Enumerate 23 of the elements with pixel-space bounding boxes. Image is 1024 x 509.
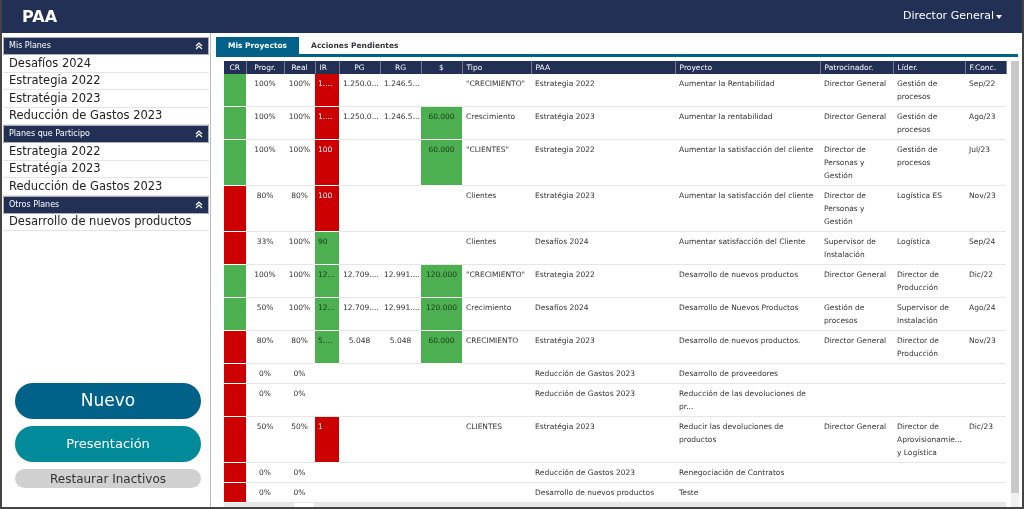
section-title: Planes que Participo [9, 128, 90, 140]
plan-item[interactable]: Estratégia 2023 [3, 90, 209, 108]
plan-item[interactable]: Reducción de Gastos 2023 [3, 178, 209, 196]
caret-icon [996, 14, 1002, 19]
new-button[interactable]: Nuevo [15, 383, 201, 419]
collapse-icon[interactable] [195, 42, 203, 50]
collapse-icon[interactable] [195, 200, 203, 209]
section-header[interactable]: Mis Planes [3, 37, 209, 55]
vertical-scrollbar[interactable] [1010, 61, 1019, 507]
plan-item[interactable]: Estrategia 2022 [3, 72, 209, 90]
collapse-icon[interactable] [195, 130, 203, 138]
section-header[interactable]: Planes que Participo [3, 125, 209, 143]
presentation-button[interactable]: Presentación [15, 426, 201, 462]
plan-item[interactable]: Desafíos 2024 [3, 55, 209, 73]
restore-button[interactable]: Restaurar Inactivos [15, 469, 201, 488]
user-menu[interactable]: Director General [902, 8, 1002, 25]
app-title: PAA [22, 5, 58, 28]
section-title: Otros Planes [9, 198, 60, 211]
section-title: Mis Planes [9, 40, 51, 52]
horizontal-scrollbar[interactable] [224, 503, 1006, 507]
plan-item[interactable]: Estrategia 2022 [3, 143, 209, 161]
plan-item[interactable]: Estratégia 2023 [3, 160, 209, 178]
plan-item[interactable]: Desarrollo de nuevos productos [3, 213, 209, 231]
